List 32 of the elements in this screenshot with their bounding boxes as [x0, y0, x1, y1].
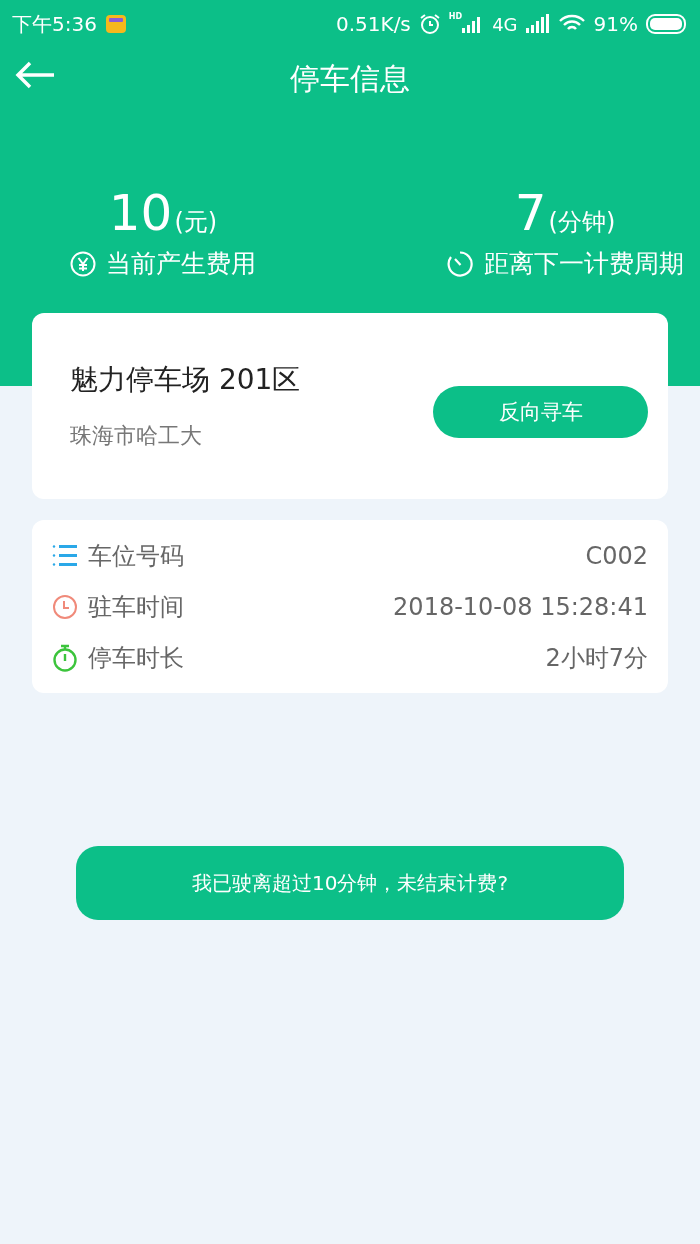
- numbered-list-icon: [52, 542, 78, 569]
- hd-label: HD: [448, 12, 463, 21]
- summary-value: 10: [108, 185, 173, 241]
- find-car-button[interactable]: 反向寻车: [433, 386, 648, 438]
- clock-icon: [52, 593, 78, 620]
- summary-label: 距离下一计费周期: [484, 248, 684, 280]
- battery-icon: [646, 14, 688, 34]
- detail-value: 2018-10-08 15:28:41: [393, 592, 648, 621]
- lot-name: 魅力停车场 201区: [70, 362, 301, 398]
- unit-label: (元): [174, 207, 218, 238]
- unit-label: (分钟): [548, 207, 616, 238]
- summary-label: 当前产生费用: [106, 248, 256, 280]
- detail-label: 停车时长: [88, 642, 185, 674]
- network-type: 4G: [492, 13, 518, 35]
- stopwatch-icon: [52, 643, 78, 672]
- left-lot-button[interactable]: 我已驶离超过10分钟，未结束计费?: [76, 846, 624, 920]
- detail-label: 车位号码: [88, 540, 185, 572]
- signal-icon: [525, 14, 550, 34]
- detail-value: C002: [585, 541, 648, 570]
- page-title: 停车信息: [290, 59, 410, 98]
- wallet-app-icon: [104, 13, 127, 35]
- alarm-icon: [418, 13, 441, 35]
- detail-value: 2小时7分: [545, 642, 648, 674]
- timer-icon: [446, 249, 474, 278]
- yuan-icon: [70, 250, 96, 277]
- battery-percent: 91%: [593, 12, 638, 36]
- status-time: 下午5:36: [12, 10, 97, 38]
- lot-address: 珠海市哈工大: [70, 422, 203, 450]
- detail-label: 驻车时间: [88, 591, 185, 623]
- network-speed: 0.51K/s: [336, 12, 411, 36]
- back-button[interactable]: [14, 60, 56, 90]
- summary-value: 7: [514, 185, 547, 241]
